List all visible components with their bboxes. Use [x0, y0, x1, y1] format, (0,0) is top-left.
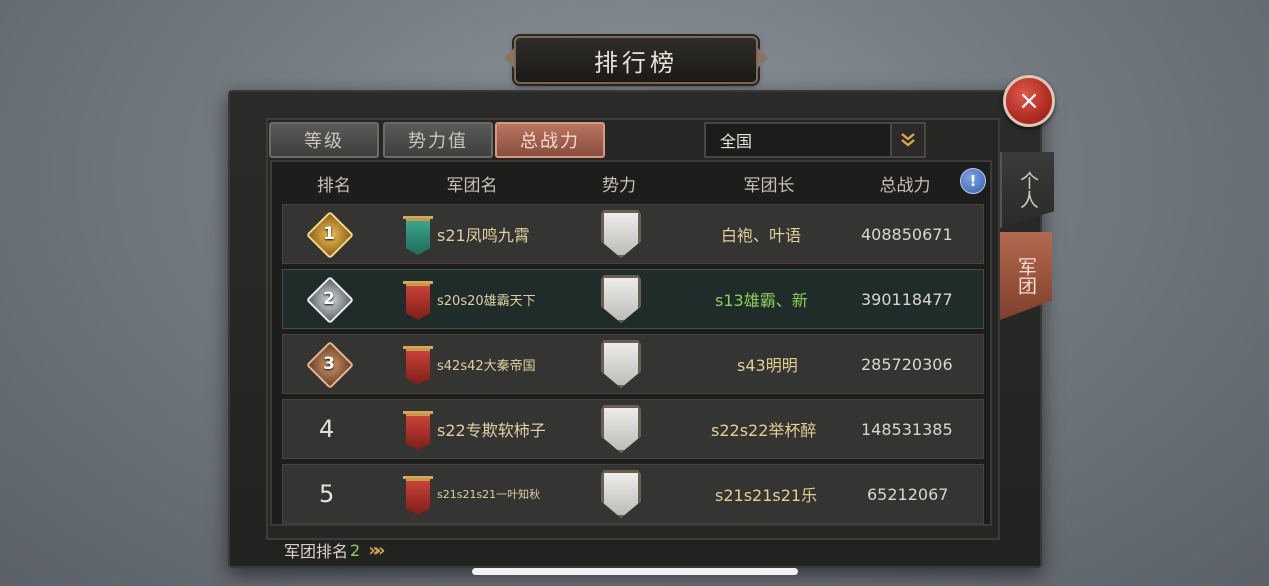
table-row[interactable]: 1 s21凤鸣九霄 白袍、叶语 408850671: [282, 204, 984, 264]
legion-banner-icon: [403, 409, 433, 450]
faction-shield-icon: [601, 210, 641, 258]
table-row[interactable]: 4 s22专欺软柿子 s22s22举杯醉 148531385: [282, 399, 984, 459]
footer-rank-value: 2: [350, 540, 361, 560]
medal-rank: 3: [323, 354, 335, 374]
legion-name: s22专欺软柿子: [437, 421, 546, 440]
page-title: 排行榜: [514, 36, 758, 84]
total-power: 148531385: [861, 419, 953, 439]
side-tab-personal[interactable]: 个人: [1000, 152, 1054, 228]
chevron-right-icon: »»: [368, 539, 385, 561]
home-indicator[interactable]: [472, 568, 798, 575]
total-power: 408850671: [861, 224, 953, 244]
tab-influence[interactable]: 势力值: [383, 122, 493, 158]
legion-leader: s43明明: [737, 356, 798, 375]
table-row[interactable]: 5 s21s21s21一叶知秋 s21s21s21乐 65212067: [282, 464, 984, 524]
gold-medal-icon: 1: [305, 210, 355, 260]
rank-number: 4: [319, 415, 335, 443]
legion-banner-icon: [403, 474, 433, 515]
legion-name: s42s42大秦帝国: [437, 358, 536, 374]
table-row[interactable]: 2 s20s20雄霸天下 s13雄霸、新 390118477: [282, 269, 984, 329]
faction-shield-icon: [601, 405, 641, 453]
region-value: 全国: [720, 132, 753, 151]
total-power: 65212067: [867, 484, 949, 504]
legion-leader: s13雄霸、新: [715, 291, 808, 310]
tab-total-power[interactable]: 总战力: [495, 122, 605, 158]
total-power: 390118477: [861, 289, 953, 309]
side-tab-legion[interactable]: 军团: [1000, 232, 1052, 320]
double-chevron-down-icon[interactable]: [890, 124, 924, 156]
legion-name: s21凤鸣九霄: [437, 226, 530, 245]
medal-rank: 1: [323, 224, 335, 244]
side-tab-label: 军团: [1015, 257, 1037, 295]
tab-level[interactable]: 等级: [269, 122, 379, 158]
legion-banner-icon: [403, 279, 433, 320]
legion-name: s21s21s21一叶知秋: [437, 488, 541, 501]
header-legion: 军团名: [446, 176, 498, 196]
faction-shield-icon: [601, 340, 641, 388]
table-header: 排名 军团名 势力 军团长 总战力 !: [272, 162, 990, 200]
rank-number: 5: [319, 480, 335, 508]
faction-shield-icon: [601, 275, 641, 323]
header-power: 总战力: [879, 176, 931, 196]
bronze-medal-icon: 3: [305, 340, 355, 390]
legion-rank-link[interactable]: 军团排名 2 »»: [284, 538, 386, 562]
legion-banner-icon: [403, 214, 433, 255]
footer-label: 军团排名: [284, 542, 349, 561]
legion-banner-icon: [403, 344, 433, 385]
close-button[interactable]: ×: [1003, 75, 1055, 127]
region-dropdown[interactable]: 全国: [704, 122, 926, 158]
legion-name: s20s20雄霸天下: [437, 293, 536, 309]
table-row[interactable]: 3 s42s42大秦帝国 s43明明 285720306: [282, 334, 984, 394]
medal-rank: 2: [323, 289, 335, 309]
legion-leader: 白袍、叶语: [721, 226, 802, 245]
legion-leader: s21s21s21乐: [715, 486, 818, 505]
header-rank: 排名: [317, 176, 351, 196]
total-power: 285720306: [861, 354, 953, 374]
silver-medal-icon: 2: [305, 275, 355, 325]
ranking-table: 排名 军团名 势力 军团长 总战力 ! 1 s21凤鸣九霄 白袍、叶语 4088…: [270, 160, 992, 526]
info-icon[interactable]: !: [960, 168, 986, 194]
header-leader: 军团长: [743, 176, 795, 196]
close-icon: ×: [1018, 86, 1040, 116]
faction-shield-icon: [601, 470, 641, 518]
side-tab-label: 个人: [1017, 171, 1039, 209]
legion-leader: s22s22举杯醉: [711, 421, 817, 440]
header-faction: 势力: [602, 176, 636, 196]
